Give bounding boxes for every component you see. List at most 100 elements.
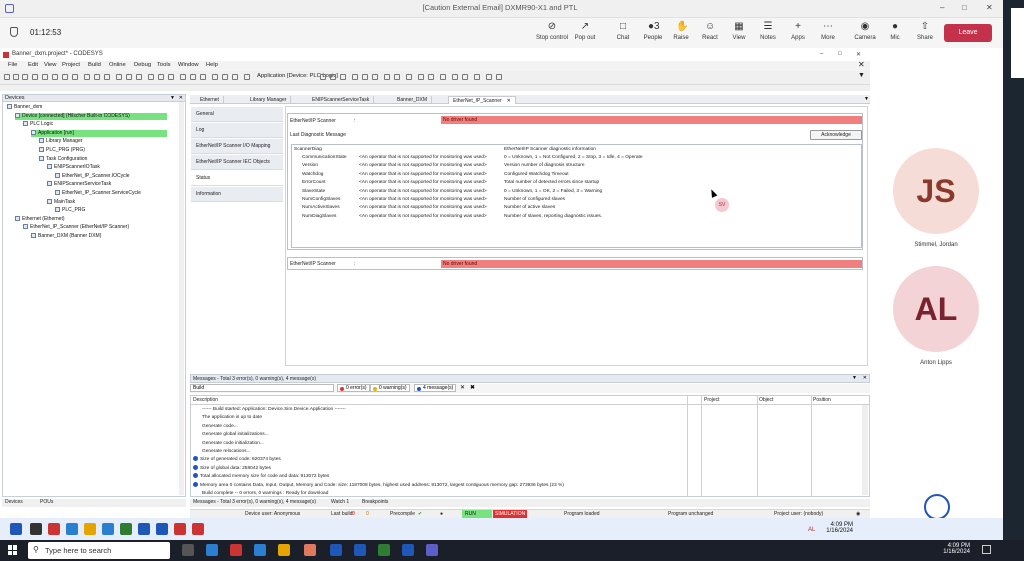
toolbar-tool-icon[interactable] (352, 74, 358, 80)
toolbar-tool-icon[interactable] (104, 74, 110, 80)
taskbar-outlook-icon[interactable] (354, 544, 366, 556)
nav-information[interactable]: Information (191, 187, 283, 202)
tree-node[interactable]: EtherNet_IP_Scanner.ServiceCycle (55, 190, 141, 197)
taskbar-browser-icon[interactable] (254, 544, 266, 556)
toolbar-tool-icon[interactable] (180, 74, 186, 80)
tab-watch[interactable]: Watch 1 (331, 499, 349, 505)
tab-messages[interactable]: Messages - Total 3 error(s), 0 warning(s… (193, 499, 316, 505)
taskbar-explorer-icon[interactable] (84, 523, 96, 535)
taskbar-word-icon[interactable] (156, 523, 168, 535)
share-button[interactable]: ⇧ Share (908, 21, 942, 47)
toolbar-tool-icon[interactable] (372, 74, 378, 80)
tree-node[interactable]: PLC Logic (23, 121, 53, 128)
search-box[interactable]: ⚲ Type here to search (28, 542, 170, 559)
toolbar-tool-icon[interactable] (148, 74, 154, 80)
taskbar-notepad-icon[interactable] (378, 544, 390, 556)
toolbar-tool-icon[interactable] (32, 74, 38, 80)
tree-node[interactable]: PLC_PRG (55, 207, 85, 214)
toolbar-tool-icon[interactable] (222, 74, 228, 80)
menu-view[interactable]: View (44, 62, 56, 68)
close-icon[interactable]: ✕ (986, 3, 993, 12)
toolbar-tool-icon[interactable] (94, 74, 100, 80)
toolbar-tool-icon[interactable] (212, 74, 218, 80)
editor-tab[interactable]: EtherNet_IP_Scanner ✕ (448, 96, 516, 104)
toolbar-tool-icon[interactable] (362, 74, 368, 80)
message-row[interactable]: Size of generated code: 620374 bytes (193, 456, 689, 464)
toolbar-tool-icon[interactable] (200, 74, 206, 80)
toolbar-tool-icon[interactable] (384, 74, 390, 80)
menu-file[interactable]: File (8, 62, 17, 68)
tree-node[interactable]: Application [run] (31, 129, 167, 137)
tab-breakpoints[interactable]: Breakpoints (362, 499, 388, 505)
toolbar-tool-icon[interactable] (4, 74, 10, 80)
toolbar-tool-icon[interactable] (158, 74, 164, 80)
chat-button[interactable]: □ Chat (606, 21, 640, 47)
toolbar-tool-icon[interactable] (440, 74, 446, 80)
taskbar-task-view-icon[interactable] (182, 544, 194, 556)
clear-all-icon[interactable]: ✖ (470, 384, 475, 391)
toolbar-tool-icon[interactable] (320, 74, 326, 80)
message-row[interactable]: The application is up to date (193, 414, 689, 422)
nav-general[interactable]: General (191, 107, 283, 122)
tree-node[interactable]: Device [connected] (Hilscher Built-in CO… (15, 112, 167, 120)
menu-tools[interactable]: Tools (157, 62, 171, 68)
message-row[interactable]: Generate code initialization... (193, 440, 689, 448)
minimize-icon[interactable]: – (940, 3, 944, 12)
tab-list-icon[interactable]: ▼ (864, 96, 869, 102)
messages-scrollbar[interactable] (862, 405, 868, 495)
menu-online[interactable]: Online (109, 62, 126, 68)
taskbar-app-icon[interactable] (192, 523, 204, 535)
toolbar-tool-icon[interactable] (72, 74, 78, 80)
taskbar-network-icon[interactable] (138, 523, 150, 535)
close-x-icon[interactable]: ✕ (858, 60, 865, 69)
taskbar-codesys-icon[interactable] (174, 523, 186, 535)
tab-devices[interactable]: Devices (5, 499, 23, 505)
tree-node[interactable]: Banner_dxm (7, 104, 42, 111)
toolbar-tool-icon[interactable] (394, 74, 400, 80)
tree-scrollbar[interactable] (179, 102, 184, 495)
taskbar-search-icon[interactable] (30, 523, 42, 535)
toolbar-tool-icon[interactable] (340, 74, 346, 80)
leave-button[interactable]: Leave (944, 24, 992, 42)
toolbar-tool-icon[interactable] (496, 74, 502, 80)
toolbar-tool-icon[interactable] (474, 74, 480, 80)
toolbar-tool-icon[interactable] (168, 74, 174, 80)
stop-control-button[interactable]: ⊘ Stop control (535, 21, 569, 47)
toolbar-tool-icon[interactable] (330, 74, 336, 80)
toolbar-tool-icon[interactable] (136, 74, 142, 80)
editor-tab[interactable]: Library Manager (246, 96, 292, 104)
clear-messages-icon[interactable]: ✕ (460, 384, 465, 391)
tab-pous[interactable]: POUs (40, 499, 53, 505)
tree-node[interactable]: MainTask (47, 198, 75, 206)
pin-icon[interactable]: ▼ (170, 95, 175, 101)
taskbar-start-icon[interactable] (10, 523, 22, 535)
toolbar-tool-icon[interactable] (22, 74, 28, 80)
taskbar-word-icon[interactable] (402, 544, 414, 556)
warnings-filter-button[interactable]: 0 warning(s) (370, 384, 410, 392)
toolbar-tool-icon[interactable] (116, 74, 122, 80)
messages-close-icon[interactable]: ✕ (863, 375, 867, 381)
toolbar-tool-icon[interactable] (84, 74, 90, 80)
camera-button[interactable]: ◉ Camera (848, 21, 882, 47)
nav-ethernet-ip-scanner-i-o-mapping[interactable]: EtherNet/IP Scanner I/O Mapping (191, 139, 283, 154)
errors-filter-button[interactable]: 0 error(s) (337, 384, 370, 392)
close-tab-icon[interactable]: ✕ (507, 98, 511, 104)
editor-tab[interactable]: Banner_DXM (393, 96, 433, 104)
message-row[interactable]: Generate relocations... (193, 448, 689, 456)
menu-edit[interactable]: Edit (28, 62, 38, 68)
menu-build[interactable]: Build (88, 62, 101, 68)
message-row[interactable]: Generate code... (193, 423, 689, 431)
nav-ethernet-ip-scanner-iec-objects[interactable]: EtherNet/IP Scanner IEC Objects (191, 155, 283, 170)
tree-node[interactable]: PLC_PRG (PRG) (39, 147, 85, 154)
editor-tab[interactable]: Ethernet (196, 96, 224, 104)
toolbar-tool-icon[interactable] (462, 74, 468, 80)
notes-button[interactable]: ☰ Notes (751, 21, 785, 47)
pop-out-button[interactable]: ↗ Pop out (568, 21, 602, 47)
menu-project[interactable]: Project (62, 62, 80, 68)
taskbar-chrome-icon[interactable] (230, 544, 242, 556)
notifications-icon[interactable] (982, 545, 991, 554)
message-row[interactable]: Build complete -- 0 errors, 0 warnings :… (193, 490, 689, 495)
nav-log[interactable]: Log (191, 123, 283, 138)
message-category-select[interactable]: Build (190, 384, 334, 392)
message-row[interactable]: Size of global data: 258042 bytes (193, 464, 689, 473)
